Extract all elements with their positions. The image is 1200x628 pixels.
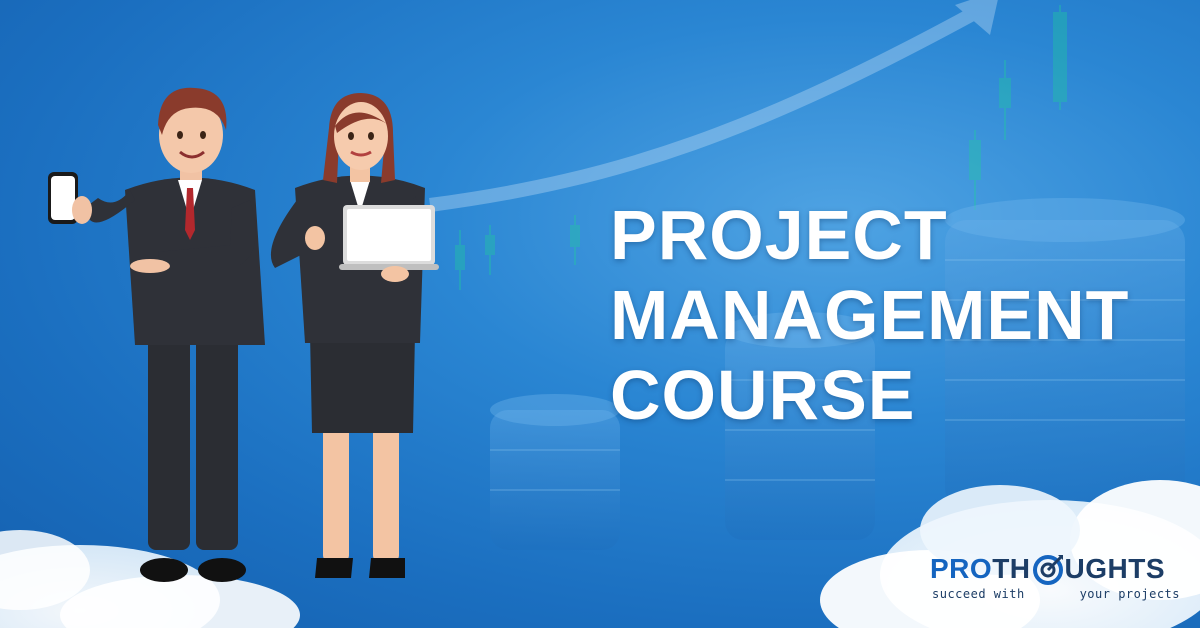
brand-logo: PRO TH UGHTS succeed with your projects <box>930 553 1180 608</box>
headline-line-3: COURSE <box>610 356 916 434</box>
logo-wordmark: PRO TH UGHTS <box>930 553 1165 585</box>
logo-pro-text: PRO <box>930 553 993 584</box>
logo-th-text: TH <box>992 553 1031 584</box>
banner: PROJECT MANAGEMENT COURSE PRO TH UGHTS s… <box>0 0 1200 628</box>
headline: PROJECT MANAGEMENT COURSE <box>610 195 1129 435</box>
trend-arrow-icon <box>429 0 998 212</box>
logo-ughts-text: UGHTS <box>1064 553 1166 584</box>
tagline-left: succeed with <box>932 587 1025 601</box>
laptop-icon <box>339 205 439 270</box>
headline-line-1: PROJECT <box>610 196 948 274</box>
target-o-icon <box>1032 554 1063 585</box>
logo-tagline: succeed with your projects <box>932 587 1180 601</box>
businessman-figure <box>48 87 265 582</box>
businesswoman-figure <box>270 93 439 578</box>
headline-line-2: MANAGEMENT <box>610 276 1130 354</box>
tagline-right: your projects <box>1079 587 1180 601</box>
